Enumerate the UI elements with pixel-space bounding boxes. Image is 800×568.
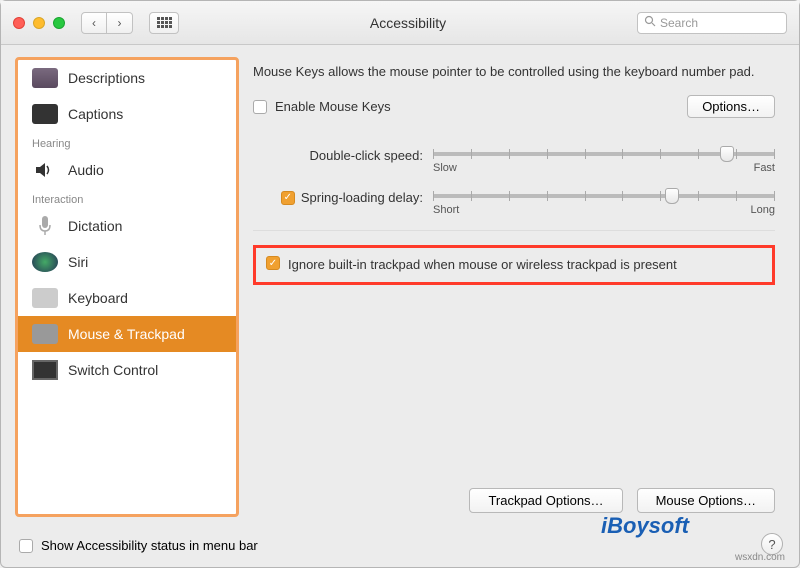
spring-loading-delay-row: ✓ Spring-loading delay: Short Long	[253, 188, 775, 216]
search-input[interactable]: Search	[637, 12, 787, 34]
double-click-speed-label: Double-click speed:	[253, 146, 423, 163]
sidebar-item-siri[interactable]: Siri	[18, 244, 236, 280]
sidebar-item-descriptions[interactable]: Descriptions	[18, 60, 236, 96]
show-status-checkbox[interactable]	[19, 539, 33, 553]
microphone-icon	[32, 216, 58, 236]
siri-icon	[32, 252, 58, 272]
sidebar-item-label: Mouse & Trackpad	[68, 326, 185, 342]
close-icon[interactable]	[13, 17, 25, 29]
ignore-trackpad-checkbox[interactable]: ✓	[266, 256, 280, 270]
sidebar-item-mouse-trackpad[interactable]: Mouse & Trackpad	[18, 316, 236, 352]
preferences-window: ‹ › Accessibility Search Descriptions	[0, 0, 800, 568]
sidebar-item-label: Siri	[68, 254, 88, 270]
slider-thumb[interactable]	[665, 188, 679, 204]
spring-loading-label: Spring-loading delay:	[301, 190, 423, 205]
descriptions-icon	[32, 68, 58, 88]
bottom-buttons: Trackpad Options… Mouse Options…	[469, 488, 775, 513]
sidebar-item-label: Descriptions	[68, 70, 145, 86]
footer-row: Show Accessibility status in menu bar	[19, 538, 258, 553]
description-text: Mouse Keys allows the mouse pointer to b…	[253, 63, 775, 81]
speaker-icon	[32, 160, 58, 180]
grid-icon	[157, 17, 172, 28]
nav-buttons: ‹ ›	[81, 12, 133, 34]
forward-button[interactable]: ›	[107, 12, 133, 34]
switch-control-icon	[32, 360, 58, 380]
trackpad-icon	[32, 324, 58, 344]
sidebar-item-dictation[interactable]: Dictation	[18, 208, 236, 244]
enable-row: Enable Mouse Keys Options…	[253, 91, 775, 122]
sidebar-item-keyboard[interactable]: Keyboard	[18, 280, 236, 316]
zoom-icon[interactable]	[53, 17, 65, 29]
show-all-button[interactable]	[149, 12, 179, 34]
show-status-label: Show Accessibility status in menu bar	[41, 538, 258, 553]
watermark-site: wsxdn.com	[735, 552, 785, 563]
ignore-trackpad-label: Ignore built-in trackpad when mouse or w…	[288, 256, 677, 274]
titlebar: ‹ › Accessibility Search	[1, 1, 799, 45]
slider-max-label: Fast	[754, 162, 775, 174]
double-click-speed-row: Double-click speed: Slow Fast	[253, 146, 775, 174]
spring-loading-delay-slider[interactable]	[433, 194, 775, 198]
separator	[253, 230, 775, 231]
sidebar: Descriptions Captions Hearing Audio Inte…	[15, 57, 239, 517]
sidebar-header-hearing: Hearing	[18, 132, 236, 152]
slider-max-label: Long	[751, 204, 775, 216]
captions-icon	[32, 104, 58, 124]
sidebar-item-label: Dictation	[68, 218, 122, 234]
content-area: Descriptions Captions Hearing Audio Inte…	[1, 45, 799, 567]
enable-mouse-keys-label: Enable Mouse Keys	[275, 99, 391, 114]
sidebar-item-captions[interactable]: Captions	[18, 96, 236, 132]
sidebar-container: Descriptions Captions Hearing Audio Inte…	[1, 45, 241, 567]
back-button[interactable]: ‹	[81, 12, 107, 34]
options-button[interactable]: Options…	[687, 95, 775, 118]
slider-min-label: Short	[433, 204, 459, 216]
double-click-speed-slider[interactable]	[433, 152, 775, 156]
sidebar-item-switch-control[interactable]: Switch Control	[18, 352, 236, 388]
spring-loading-checkbox[interactable]: ✓	[281, 191, 295, 205]
trackpad-options-button[interactable]: Trackpad Options…	[469, 488, 622, 513]
sidebar-item-audio[interactable]: Audio	[18, 152, 236, 188]
search-placeholder: Search	[660, 16, 698, 30]
window-controls	[13, 17, 65, 29]
enable-mouse-keys-checkbox[interactable]	[253, 100, 267, 114]
sidebar-item-label: Switch Control	[68, 362, 158, 378]
watermark-brand: iBoysoft	[601, 513, 689, 539]
ignore-trackpad-highlight: ✓ Ignore built-in trackpad when mouse or…	[253, 245, 775, 285]
sidebar-item-label: Captions	[68, 106, 123, 122]
slider-min-label: Slow	[433, 162, 457, 174]
mouse-options-button[interactable]: Mouse Options…	[637, 488, 775, 513]
sidebar-header-interaction: Interaction	[18, 188, 236, 208]
main-panel: Mouse Keys allows the mouse pointer to b…	[241, 45, 799, 567]
sidebar-item-label: Keyboard	[68, 290, 128, 306]
minimize-icon[interactable]	[33, 17, 45, 29]
search-icon	[644, 15, 656, 30]
slider-thumb[interactable]	[720, 146, 734, 162]
sidebar-item-label: Audio	[68, 162, 104, 178]
keyboard-icon	[32, 288, 58, 308]
window-title: Accessibility	[187, 15, 629, 31]
